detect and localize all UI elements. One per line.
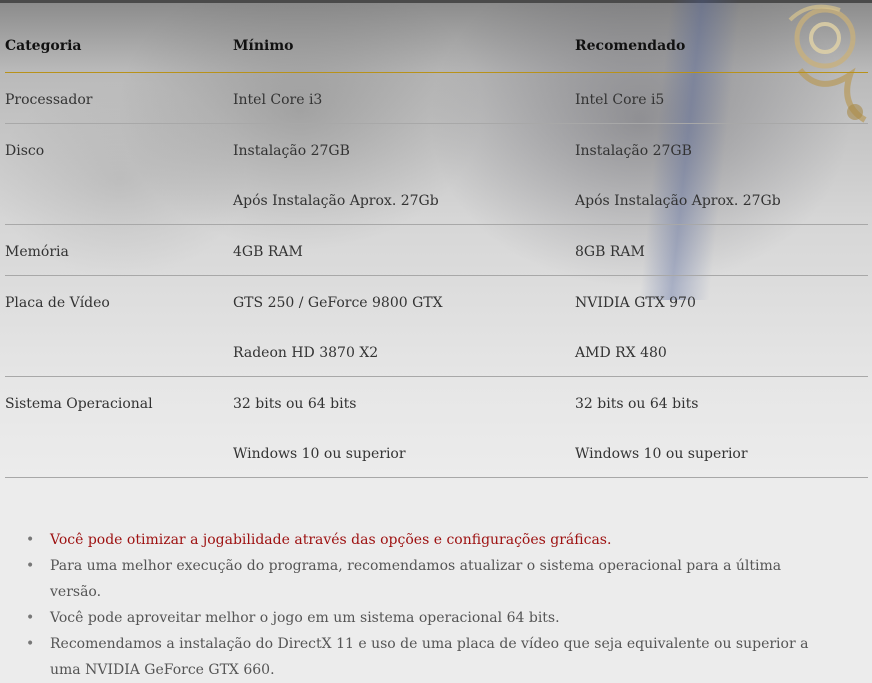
list-item: • Para uma melhor execução do programa, …: [26, 553, 816, 605]
bullet-dot-icon: •: [26, 610, 35, 626]
bullet-dot-icon: •: [26, 532, 35, 548]
minimum-cell: Intel Core i3: [233, 72, 575, 124]
category-cell: Sistema Operacional: [5, 376, 233, 478]
recommended-value: Após Instalação Aprox. 27Gb: [575, 193, 781, 209]
recommended-value: Windows 10 ou superior: [575, 446, 748, 462]
table-row-processador: Processador Intel Core i3 Intel Core i5: [5, 72, 868, 124]
recommended-value: Intel Core i5: [575, 92, 665, 108]
category-cell: Disco: [5, 123, 233, 225]
header-recommended: Recomendado: [575, 20, 868, 73]
note-text: Para uma melhor execução do programa, re…: [50, 558, 782, 600]
list-item: • Recomendamos a instalação do DirectX 1…: [26, 631, 816, 683]
recommended-value: 32 bits ou 64 bits: [575, 396, 699, 412]
minimum-cell: Instalação 27GB Após Instalação Aprox. 2…: [233, 123, 575, 225]
category-cell: Memória: [5, 224, 233, 276]
bullet-dot-icon: •: [26, 558, 35, 574]
category-label: Sistema Operacional: [5, 396, 153, 412]
category-label: Processador: [5, 92, 93, 108]
bullet-dot-icon: •: [26, 636, 35, 652]
category-cell: Placa de Vídeo: [5, 275, 233, 377]
recommended-cell: 32 bits ou 64 bits Windows 10 ou superio…: [575, 376, 868, 478]
minimum-value: Intel Core i3: [233, 92, 323, 108]
recommended-value: AMD RX 480: [575, 345, 667, 361]
minimum-value: GTS 250 / GeForce 9800 GTX: [233, 295, 443, 311]
minimum-value: Windows 10 ou superior: [233, 446, 406, 462]
header-minimum: Mínimo: [233, 20, 575, 73]
recommended-cell: NVIDIA GTX 970 AMD RX 480: [575, 275, 868, 377]
note-text: Você pode otimizar a jogabilidade atravé…: [50, 532, 612, 548]
list-item: • Você pode otimizar a jogabilidade atra…: [26, 527, 816, 553]
top-edge-divider: [0, 0, 872, 3]
minimum-cell: GTS 250 / GeForce 9800 GTX Radeon HD 387…: [233, 275, 575, 377]
minimum-value: 4GB RAM: [233, 244, 303, 260]
minimum-value: Radeon HD 3870 X2: [233, 345, 379, 361]
note-text: Você pode aproveitar melhor o jogo em um…: [50, 610, 560, 626]
minimum-value: Após Instalação Aprox. 27Gb: [233, 193, 439, 209]
requirements-table: Categoria Mínimo Recomendado Processador…: [5, 20, 868, 478]
recommended-value: NVIDIA GTX 970: [575, 295, 696, 311]
table-header-row: Categoria Mínimo Recomendado: [5, 20, 868, 73]
recommended-value: 8GB RAM: [575, 244, 645, 260]
minimum-value: Instalação 27GB: [233, 143, 350, 159]
table-row-memoria: Memória 4GB RAM 8GB RAM: [5, 224, 868, 276]
minimum-cell: 32 bits ou 64 bits Windows 10 ou superio…: [233, 376, 575, 478]
minimum-cell: 4GB RAM: [233, 224, 575, 276]
category-label: Placa de Vídeo: [5, 295, 110, 311]
recommended-cell: Instalação 27GB Após Instalação Aprox. 2…: [575, 123, 868, 225]
table-row-sistema-operacional: Sistema Operacional 32 bits ou 64 bits W…: [5, 376, 868, 478]
header-category: Categoria: [5, 20, 233, 73]
category-cell: Processador: [5, 72, 233, 124]
table-row-placa-de-video: Placa de Vídeo GTS 250 / GeForce 9800 GT…: [5, 275, 868, 377]
category-label: Disco: [5, 143, 45, 159]
note-text: Recomendamos a instalação do DirectX 11 …: [50, 636, 809, 678]
recommended-value: Instalação 27GB: [575, 143, 692, 159]
list-item: • Você pode aproveitar melhor o jogo em …: [26, 605, 816, 631]
recommended-cell: 8GB RAM: [575, 224, 868, 276]
notes-list: • Você pode otimizar a jogabilidade atra…: [26, 527, 816, 683]
table-row-disco: Disco Instalação 27GB Após Instalação Ap…: [5, 123, 868, 225]
category-label: Memória: [5, 244, 69, 260]
recommended-cell: Intel Core i5: [575, 72, 868, 124]
minimum-value: 32 bits ou 64 bits: [233, 396, 357, 412]
